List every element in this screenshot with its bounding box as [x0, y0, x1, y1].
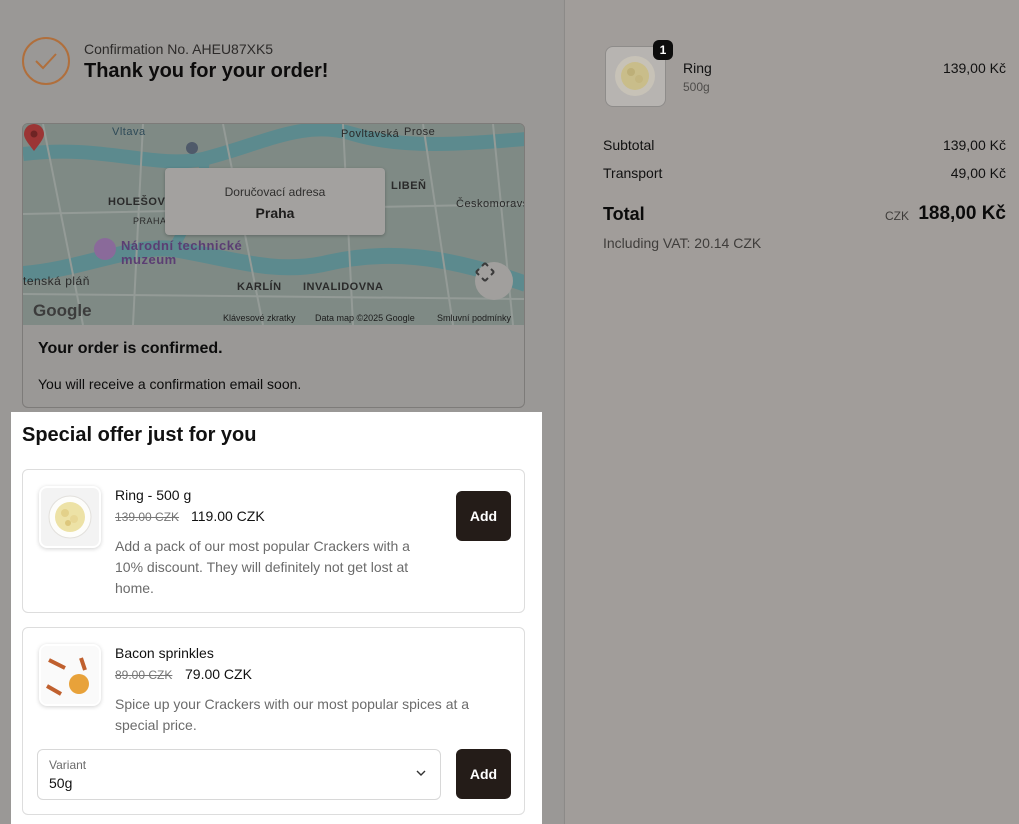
delivery-map[interactable]: Vltava Povltavská Prose HOLEŠOV PRAHA LI…: [23, 124, 524, 325]
order-summary: 1 Ring 500g 139,00 Kč Subtotal 139,00 Kč…: [564, 0, 1019, 824]
fullscreen-icon[interactable]: [475, 262, 513, 300]
variant-label: Variant: [49, 758, 87, 772]
order-confirmed-title: Your order is confirmed.: [38, 340, 223, 357]
map-data-attribution: Data map ©2025 Google: [315, 313, 415, 323]
transport-value: 49,00 Kč: [950, 165, 1006, 181]
product-image: [39, 486, 101, 548]
map-shortcuts-link[interactable]: Klávesové zkratky: [223, 313, 296, 323]
map-label: KARLÍN: [237, 281, 282, 293]
delivery-map-card: Vltava Povltavská Prose HOLEŠOV PRAHA LI…: [22, 123, 525, 408]
vat-note: Including VAT: 20.14 CZK: [603, 235, 762, 251]
map-label: Povltavská: [341, 128, 400, 140]
confirmation-number: Confirmation No. AHEU87XK5: [84, 41, 274, 57]
map-label: Vltava: [112, 126, 146, 138]
map-label: muzeum: [121, 252, 177, 267]
map-label: Prose: [404, 126, 436, 138]
google-logo: Google: [33, 301, 92, 320]
product-image: [39, 644, 101, 706]
subtotal-value: 139,00 Kč: [942, 137, 1006, 153]
map-label: Národní technické: [121, 238, 243, 253]
map-pin-icon[interactable]: [23, 124, 45, 152]
map-label: Českomoravsk: [456, 198, 524, 210]
delivery-address-popup: Doručovací adresa Praha: [165, 168, 385, 235]
add-ring-button[interactable]: Add: [456, 491, 511, 541]
map-label: HOLEŠOV: [108, 196, 166, 208]
product-description: Add a pack of our most popular Crackers …: [115, 538, 410, 596]
map-label: LIBEŇ: [391, 180, 427, 192]
offer-title: Special offer just for you: [22, 424, 257, 446]
offer-card-bacon: Bacon sprinkles 89.00 CZK 79.00 CZK Spic…: [22, 627, 525, 815]
order-success-icon: [22, 37, 70, 85]
variant-value: 50g: [49, 775, 73, 791]
product-old-price: 89.00 CZK: [115, 668, 173, 682]
order-confirmed-message: You will receive a confirmation email so…: [38, 376, 302, 392]
total-currency: CZK: [885, 209, 909, 223]
subtotal-label: Subtotal: [603, 137, 655, 153]
product-old-price: 139.00 CZK: [115, 510, 180, 524]
page-title: Thank you for your order!: [84, 60, 329, 82]
variant-select[interactable]: Variant 50g: [37, 749, 441, 800]
product-name: Ring - 500 g: [115, 487, 192, 503]
total-value: 188,00 Kč: [918, 203, 1006, 224]
quantity-badge: 1: [653, 40, 673, 60]
product-new-price: 119.00 CZK: [191, 508, 265, 524]
special-offer-panel: Special offer just for you Ring - 500 g …: [11, 412, 542, 824]
offer-card-ring: Ring - 500 g 139.00 CZK 119.00 CZK Add a…: [22, 469, 525, 613]
product-description: Spice up your Crackers with our most pop…: [115, 696, 470, 733]
summary-item-name: Ring: [683, 60, 712, 76]
delivery-address-label: Doručovací adresa: [224, 185, 326, 199]
map-label: PRAHA: [133, 216, 167, 226]
add-bacon-button[interactable]: Add: [456, 749, 511, 799]
summary-item-variant: 500g: [683, 80, 710, 94]
summary-item-price: 139,00 Kč: [942, 60, 1006, 76]
product-name: Bacon sprinkles: [115, 645, 214, 661]
delivery-address-city: Praha: [255, 205, 295, 221]
transport-label: Transport: [603, 165, 663, 181]
map-label: INVALIDOVNA: [303, 281, 384, 293]
total-label: Total: [603, 204, 645, 224]
map-terms-link[interactable]: Smluvní podmínky: [437, 313, 511, 323]
chevron-down-icon: [416, 770, 426, 776]
product-new-price: 79.00 CZK: [185, 666, 252, 682]
map-label: tenská pláň: [23, 274, 90, 288]
